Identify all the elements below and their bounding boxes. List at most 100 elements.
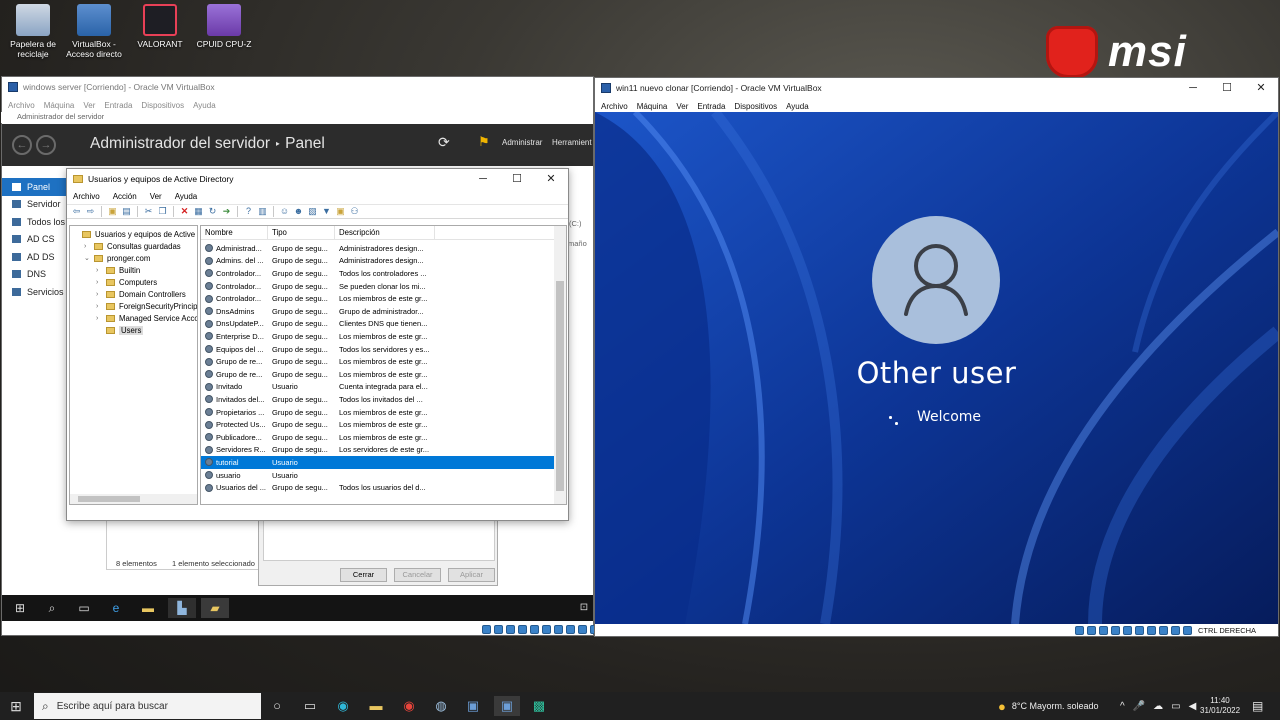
search-icon[interactable]: ⌕ <box>38 598 66 618</box>
column-header-name[interactable]: Nombre <box>201 226 268 239</box>
column-header-description[interactable]: Descripción <box>335 226 435 239</box>
file-explorer-icon[interactable]: ▬ <box>365 696 387 716</box>
forward-button[interactable]: → <box>36 135 56 155</box>
close-button[interactable]: ✕ <box>1244 78 1278 98</box>
new-user-icon[interactable]: ☺ <box>279 206 290 217</box>
task-view-icon[interactable]: ▭ <box>70 598 98 618</box>
volume-icon[interactable]: ◀ <box>1189 701 1197 712</box>
vm-menu-entrada[interactable]: Entrada <box>104 101 132 110</box>
ad-users-computers-window[interactable]: Usuarios y equipos de Active Directory ─… <box>66 168 569 521</box>
desktop-icon-recycle-bin[interactable]: Papelera de reciclaje <box>2 4 64 59</box>
vm-menu-dispositivos[interactable]: Dispositivos <box>734 102 777 111</box>
vm-menu-maquina[interactable]: Máquina <box>637 102 668 111</box>
horizontal-scrollbar[interactable] <box>70 494 197 504</box>
ie-icon[interactable]: e <box>102 598 130 618</box>
vm-menu-ver[interactable]: Ver <box>83 101 95 110</box>
onedrive-icon[interactable]: ☁ <box>1153 701 1163 712</box>
up-folder-icon[interactable]: ▣ <box>107 206 118 217</box>
cancel-button[interactable]: Cancelar <box>394 568 441 582</box>
table-row[interactable]: Grupo de re... Grupo de segu... Los miembr… <box>201 355 555 368</box>
vm-menu-archivo[interactable]: Archivo <box>8 101 35 110</box>
desktop-icon-cpuz[interactable]: CPUID CPU-Z <box>193 4 255 49</box>
filter-icon[interactable]: ▼ <box>321 206 332 217</box>
new-ou-icon[interactable]: ▧ <box>307 206 318 217</box>
vertical-scrollbar[interactable] <box>554 226 566 504</box>
maximize-button[interactable]: ☐ <box>1210 78 1244 98</box>
table-row[interactable]: tutorial Usuario <box>201 456 555 469</box>
refresh-icon[interactable]: ⟳ <box>438 134 450 151</box>
delete-icon[interactable]: ✕ <box>179 206 190 217</box>
tree-item[interactable]: › ForeignSecurityPrincipals <box>96 300 197 312</box>
server-manager-icon[interactable]: ▙ <box>168 598 196 618</box>
new-group-icon[interactable]: ☻ <box>293 206 304 217</box>
view-icon[interactable]: ▥ <box>257 206 268 217</box>
vm-menu-maquina[interactable]: Máquina <box>44 101 75 110</box>
menu-archivo[interactable]: Archivo <box>73 192 100 201</box>
table-row[interactable]: Administrad... Grupo de segu... Administra… <box>201 242 555 255</box>
table-row[interactable]: Controlador... Grupo de segu... Los miembr… <box>201 292 555 305</box>
expand-chevron-icon[interactable]: › <box>84 243 92 250</box>
table-row[interactable]: Enterprise D... Grupo de segu... Los miemb… <box>201 330 555 343</box>
table-row[interactable]: Equipos del ... Grupo de segu... Todos los… <box>201 343 555 356</box>
table-row[interactable]: Protected Us... Grupo de segu... Los miemb… <box>201 418 555 431</box>
properties-icon[interactable]: ▦ <box>193 206 204 217</box>
manage-menu[interactable]: Administrar <box>502 138 542 147</box>
table-row[interactable]: Invitado Usuario Cuenta integrada para el.… <box>201 381 555 394</box>
win11-login-screen[interactable]: Other user Welcome <box>595 112 1278 624</box>
minimize-button[interactable]: ─ <box>1176 78 1210 98</box>
apply-button[interactable]: Aplicar <box>448 568 495 582</box>
vm-title-bar[interactable]: windows server [Corriendo] - Oracle VM V… <box>2 77 593 97</box>
copy-icon[interactable]: ❐ <box>157 206 168 217</box>
network-icon[interactable]: ▭ <box>1171 701 1180 712</box>
virtualbox-running-icon[interactable]: ▣ <box>494 696 520 716</box>
table-row[interactable]: Admins. del ... Grupo de segu... Administr… <box>201 255 555 268</box>
desktop-icon-virtualbox[interactable]: VirtualBox - Acceso directo <box>63 4 125 59</box>
chrome-icon[interactable]: ◉ <box>398 696 420 716</box>
expand-chevron-icon[interactable]: › <box>96 291 104 298</box>
sidebar-item-todos[interactable]: Todos los <box>2 213 66 231</box>
app-green-icon[interactable]: ▩ <box>528 696 550 716</box>
scrollbar-thumb[interactable] <box>78 496 140 502</box>
tree-item[interactable]: › Builtin <box>96 264 140 276</box>
back-button[interactable]: ← <box>12 135 32 155</box>
column-header-type[interactable]: Tipo <box>268 226 335 239</box>
forward-arrow-icon[interactable]: ⇨ <box>85 206 96 217</box>
expand-chevron-icon[interactable]: › <box>96 279 104 286</box>
start-icon[interactable]: ⊞ <box>6 598 34 618</box>
menu-ayuda[interactable]: Ayuda <box>175 192 198 201</box>
table-row[interactable]: Usuarios del ... Grupo de segu... Todos lo… <box>201 481 555 494</box>
weather-widget[interactable]: ● 8°C Mayorm. soleado <box>998 692 1099 720</box>
expand-chevron-icon[interactable]: › <box>96 267 104 274</box>
expand-chevron-icon[interactable]: › <box>96 315 104 322</box>
table-row[interactable]: Invitados del... Grupo de segu... Todos lo… <box>201 393 555 406</box>
table-row[interactable]: Publicadore... Grupo de segu... Los miembr… <box>201 431 555 444</box>
table-row[interactable]: Propietarios ... Grupo de segu... Los miem… <box>201 406 555 419</box>
start-icon[interactable]: ⊞ <box>5 696 27 716</box>
table-row[interactable]: DnsUpdateP... Grupo de segu... Clientes DN… <box>201 318 555 331</box>
tree-item[interactable]: ⌄ pronger.com <box>84 252 150 264</box>
table-row[interactable]: DnsAdmins Grupo de segu... Grupo de admini… <box>201 305 555 318</box>
export-icon[interactable]: ➔ <box>221 206 232 217</box>
menu-accion[interactable]: Acción <box>113 192 137 201</box>
tree-item[interactable]: › Consultas guardadas <box>84 240 181 252</box>
minimize-button[interactable]: ─ <box>466 169 500 189</box>
table-row[interactable]: Grupo de re... Grupo de segu... Los miembr… <box>201 368 555 381</box>
chevron-up-icon[interactable]: ^ <box>1120 701 1125 712</box>
desktop-icon-valorant[interactable]: VALORANT <box>129 4 191 49</box>
tree-item[interactable]: › Domain Controllers <box>96 288 186 300</box>
refresh-icon[interactable]: ↻ <box>207 206 218 217</box>
scrollbar-thumb[interactable] <box>556 281 564 491</box>
tree-item[interactable]: › Managed Service Accoun <box>96 312 197 324</box>
microphone-icon[interactable]: 🎤 <box>1133 701 1145 712</box>
file-explorer-icon[interactable]: ▬ <box>134 598 162 618</box>
expand-chevron-icon[interactable]: ⌄ <box>84 254 92 262</box>
maximize-button[interactable]: ☐ <box>500 169 534 189</box>
tree-item[interactable]: › Computers <box>96 276 157 288</box>
sidebar-item-adds[interactable]: AD DS <box>2 248 66 266</box>
ad-users-icon[interactable]: ▰ <box>201 598 229 618</box>
vm-menu-entrada[interactable]: Entrada <box>697 102 725 111</box>
table-row[interactable]: Servidores R... Grupo de segu... Los servi… <box>201 444 555 457</box>
sidebar-item-dns[interactable]: DNS <box>2 266 66 284</box>
expand-chevron-icon[interactable]: › <box>96 303 104 310</box>
tree-item[interactable]: Users <box>96 324 144 336</box>
